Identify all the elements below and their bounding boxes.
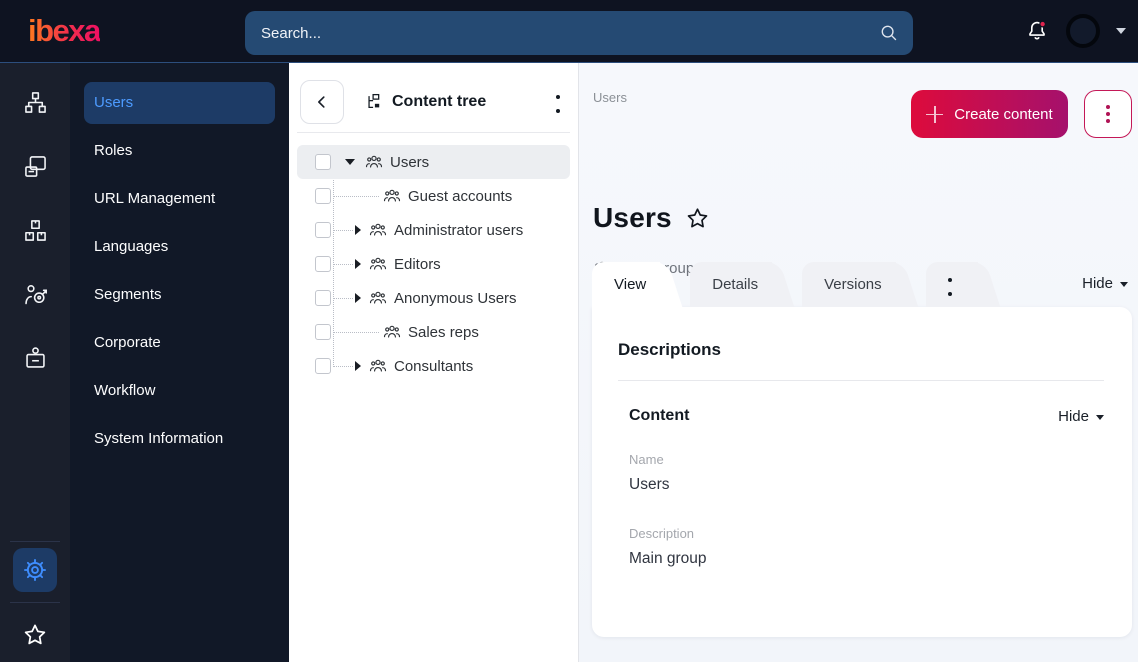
content-options-kebab-button[interactable] bbox=[1084, 90, 1132, 138]
content-tree-header: Content tree bbox=[289, 62, 578, 132]
user-group-icon bbox=[369, 223, 387, 236]
personalization-icon[interactable] bbox=[15, 274, 55, 314]
global-search bbox=[245, 11, 913, 55]
tab-details[interactable]: Details bbox=[690, 262, 773, 307]
user-group-icon bbox=[365, 155, 383, 168]
field-label-name: Name bbox=[629, 452, 664, 467]
commerce-icon[interactable] bbox=[15, 210, 55, 250]
nav-item-system-information[interactable]: System Information bbox=[84, 418, 275, 460]
tree-item-checkbox[interactable] bbox=[315, 222, 331, 238]
tree-icon bbox=[368, 93, 380, 109]
page-builder-icon[interactable] bbox=[15, 146, 55, 186]
nav-item-segments[interactable]: Segments bbox=[84, 274, 275, 316]
content-section-title: Content bbox=[629, 407, 690, 424]
user-group-icon bbox=[383, 189, 401, 202]
content-tree-list: Users Guest accounts Administrator users bbox=[289, 133, 578, 383]
collapse-caret-icon[interactable] bbox=[355, 293, 361, 303]
tree-item-guest-accounts[interactable]: Guest accounts bbox=[297, 179, 570, 213]
nav-item-users[interactable]: Users bbox=[84, 82, 275, 124]
admin-nav-panel: Users Roles URL Management Languages Seg… bbox=[70, 62, 289, 662]
content-tabs: View Details Versions bbox=[592, 262, 1008, 307]
nav-item-roles[interactable]: Roles bbox=[84, 130, 275, 172]
tree-item-checkbox[interactable] bbox=[315, 324, 331, 340]
tab-versions[interactable]: Versions bbox=[802, 262, 896, 307]
tree-guide-stub bbox=[333, 229, 353, 231]
ibexa-logo[interactable]: ibexa bbox=[28, 14, 101, 48]
top-bar: ibexa bbox=[0, 0, 1138, 62]
tree-item-checkbox[interactable] bbox=[315, 358, 331, 374]
collapse-tree-button[interactable] bbox=[300, 80, 344, 124]
content-main-area: Users Create content Users User group Vi… bbox=[579, 62, 1138, 662]
caret-down-icon bbox=[1096, 414, 1104, 420]
user-group-icon bbox=[383, 325, 401, 338]
user-avatar[interactable] bbox=[1066, 14, 1100, 48]
field-value-name: Users bbox=[629, 476, 670, 493]
search-icon[interactable] bbox=[878, 22, 900, 44]
create-content-button[interactable]: Create content bbox=[911, 90, 1068, 138]
view-tab-panel: Descriptions Content Hide Name Users Des… bbox=[592, 307, 1132, 637]
tree-guide-stub bbox=[333, 297, 353, 299]
ibexa-admin-app: ibexa Search... Users Roles URL Manageme… bbox=[0, 0, 1138, 662]
bookmark-star-icon[interactable] bbox=[684, 205, 711, 232]
content-section: Content Hide Name Users Description Main… bbox=[618, 407, 1104, 568]
admin-icon[interactable] bbox=[15, 338, 55, 378]
field-label-description: Description bbox=[629, 526, 695, 541]
content-tree-panel: Content tree Users Guest accounts Admini… bbox=[289, 62, 579, 662]
page-title: Users bbox=[593, 202, 672, 233]
card-divider bbox=[618, 380, 1104, 381]
collapse-caret-icon[interactable] bbox=[355, 259, 361, 269]
tree-item-administrator-users[interactable]: Administrator users bbox=[297, 213, 570, 247]
tree-item-editors[interactable]: Editors bbox=[297, 247, 570, 281]
plus-icon bbox=[926, 105, 944, 123]
tree-item-anonymous-users[interactable]: Anonymous Users bbox=[297, 281, 570, 315]
hide-tabs-toggle[interactable]: Hide bbox=[1082, 275, 1128, 292]
descriptions-heading: Descriptions bbox=[618, 340, 721, 359]
nav-item-languages[interactable]: Languages bbox=[84, 226, 275, 268]
tree-item-checkbox[interactable] bbox=[315, 290, 331, 306]
bookmarks-star-icon[interactable] bbox=[21, 621, 49, 649]
tree-guide-stub bbox=[333, 263, 353, 265]
tree-guide-stub bbox=[333, 195, 379, 197]
collapse-caret-icon[interactable] bbox=[355, 225, 361, 235]
main-menu-rail bbox=[0, 62, 70, 662]
nav-item-url-management[interactable]: URL Management bbox=[84, 178, 275, 220]
header-actions: Create content bbox=[911, 90, 1132, 138]
search-input[interactable] bbox=[245, 11, 913, 55]
breadcrumb[interactable]: Users bbox=[593, 90, 627, 105]
field-value-description: Main group bbox=[629, 550, 707, 567]
hide-content-section-toggle[interactable]: Hide bbox=[1058, 408, 1104, 425]
notifications-bell-icon[interactable] bbox=[1024, 18, 1050, 44]
topbar-right-cluster bbox=[1024, 0, 1126, 62]
content-tree-title: Content tree bbox=[365, 93, 486, 111]
tree-guide-stub bbox=[333, 331, 379, 333]
expand-caret-icon[interactable] bbox=[345, 159, 355, 165]
tree-item-sales-reps[interactable]: Sales reps bbox=[297, 315, 570, 349]
content-icon[interactable] bbox=[15, 82, 55, 122]
tab-view[interactable]: View bbox=[592, 262, 661, 307]
user-group-icon bbox=[369, 359, 387, 372]
tab-more-kebab[interactable] bbox=[925, 262, 978, 307]
tree-item-consultants[interactable]: Consultants bbox=[297, 349, 570, 383]
tree-item-users[interactable]: Users bbox=[297, 145, 570, 179]
page-title-row: Users bbox=[593, 202, 711, 234]
collapse-caret-icon[interactable] bbox=[355, 361, 361, 371]
rail-divider bbox=[10, 602, 60, 603]
tree-item-checkbox[interactable] bbox=[315, 188, 331, 204]
nav-item-corporate[interactable]: Corporate bbox=[84, 322, 275, 364]
caret-down-icon bbox=[1120, 282, 1128, 287]
user-group-icon bbox=[369, 257, 387, 270]
nav-item-workflow[interactable]: Workflow bbox=[84, 370, 275, 412]
tree-item-checkbox[interactable] bbox=[315, 154, 331, 170]
user-group-icon bbox=[369, 291, 387, 304]
tree-item-checkbox[interactable] bbox=[315, 256, 331, 272]
rail-divider bbox=[10, 541, 60, 542]
tree-guide-stub bbox=[333, 365, 353, 367]
profile-caret-down-icon[interactable] bbox=[1116, 28, 1126, 34]
settings-gear-icon[interactable] bbox=[13, 548, 57, 592]
